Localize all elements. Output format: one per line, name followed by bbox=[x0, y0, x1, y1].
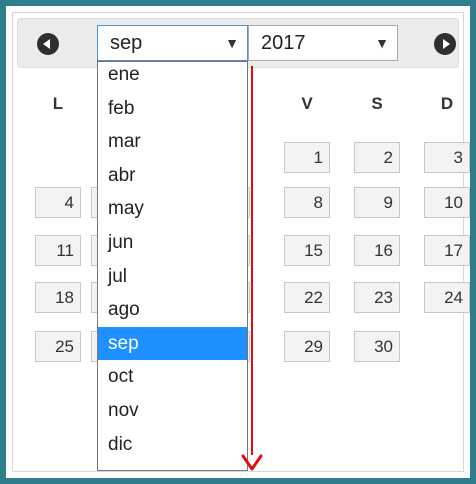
day-cell[interactable]: 2 bbox=[354, 142, 400, 173]
day-cell[interactable]: 16 bbox=[354, 235, 400, 266]
day-cell[interactable]: 1 bbox=[284, 142, 330, 173]
month-option-sep[interactable]: sep bbox=[98, 326, 247, 360]
chevron-down-icon: ▼ bbox=[225, 35, 239, 51]
day-cell[interactable]: 24 bbox=[424, 282, 470, 313]
prev-month-button[interactable] bbox=[37, 33, 59, 55]
month-option-mar[interactable]: mar bbox=[98, 125, 247, 158]
year-select-value: 2017 bbox=[261, 32, 306, 54]
day-cell[interactable]: 17 bbox=[424, 235, 470, 266]
month-dropdown-list[interactable]: ene feb mar abr may jun jul ago sep oct nov dic bbox=[97, 61, 248, 471]
chevron-right-icon bbox=[443, 39, 450, 49]
weekday-header: L bbox=[52, 94, 64, 113]
month-option-dic[interactable]: dic bbox=[98, 428, 247, 461]
day-cell[interactable]: 3 bbox=[424, 142, 470, 173]
next-month-button[interactable] bbox=[434, 33, 456, 55]
month-option-feb[interactable]: feb bbox=[98, 92, 247, 125]
month-option-nov[interactable]: nov bbox=[98, 394, 247, 427]
day-cell[interactable]: 8 bbox=[284, 187, 330, 218]
day-cell[interactable]: 29 bbox=[284, 331, 330, 362]
day-cell[interactable]: 30 bbox=[354, 331, 400, 362]
day-cell[interactable]: 4 bbox=[35, 187, 81, 218]
weekday-header: S bbox=[371, 94, 383, 113]
month-option-ago[interactable]: ago bbox=[98, 293, 247, 326]
day-cell[interactable]: 22 bbox=[284, 282, 330, 313]
weekday-header: V bbox=[301, 94, 313, 113]
day-cell[interactable]: 10 bbox=[424, 187, 470, 218]
month-option-abr[interactable]: abr bbox=[98, 159, 247, 192]
arrow-down-icon bbox=[241, 454, 263, 471]
day-cell[interactable]: 18 bbox=[35, 282, 81, 313]
day-cell[interactable]: 11 bbox=[35, 235, 81, 266]
month-option-jun[interactable]: jun bbox=[98, 226, 247, 259]
day-cell[interactable]: 15 bbox=[284, 235, 330, 266]
annotation-arrow-line bbox=[251, 66, 253, 455]
day-cell[interactable]: 23 bbox=[354, 282, 400, 313]
month-option-ene[interactable]: ene bbox=[98, 62, 247, 91]
month-select[interactable]: sep ▼ bbox=[97, 25, 248, 61]
weekday-header: D bbox=[440, 94, 454, 113]
day-cell[interactable]: 9 bbox=[354, 187, 400, 218]
month-option-may[interactable]: may bbox=[98, 192, 247, 225]
chevron-down-icon: ▼ bbox=[375, 35, 389, 51]
month-select-value: sep bbox=[110, 32, 143, 54]
day-cell[interactable]: 25 bbox=[35, 331, 81, 362]
chevron-left-icon bbox=[43, 39, 50, 49]
month-option-oct[interactable]: oct bbox=[98, 360, 247, 393]
year-select[interactable]: 2017 ▼ bbox=[248, 25, 398, 61]
month-option-jul[interactable]: jul bbox=[98, 260, 247, 293]
